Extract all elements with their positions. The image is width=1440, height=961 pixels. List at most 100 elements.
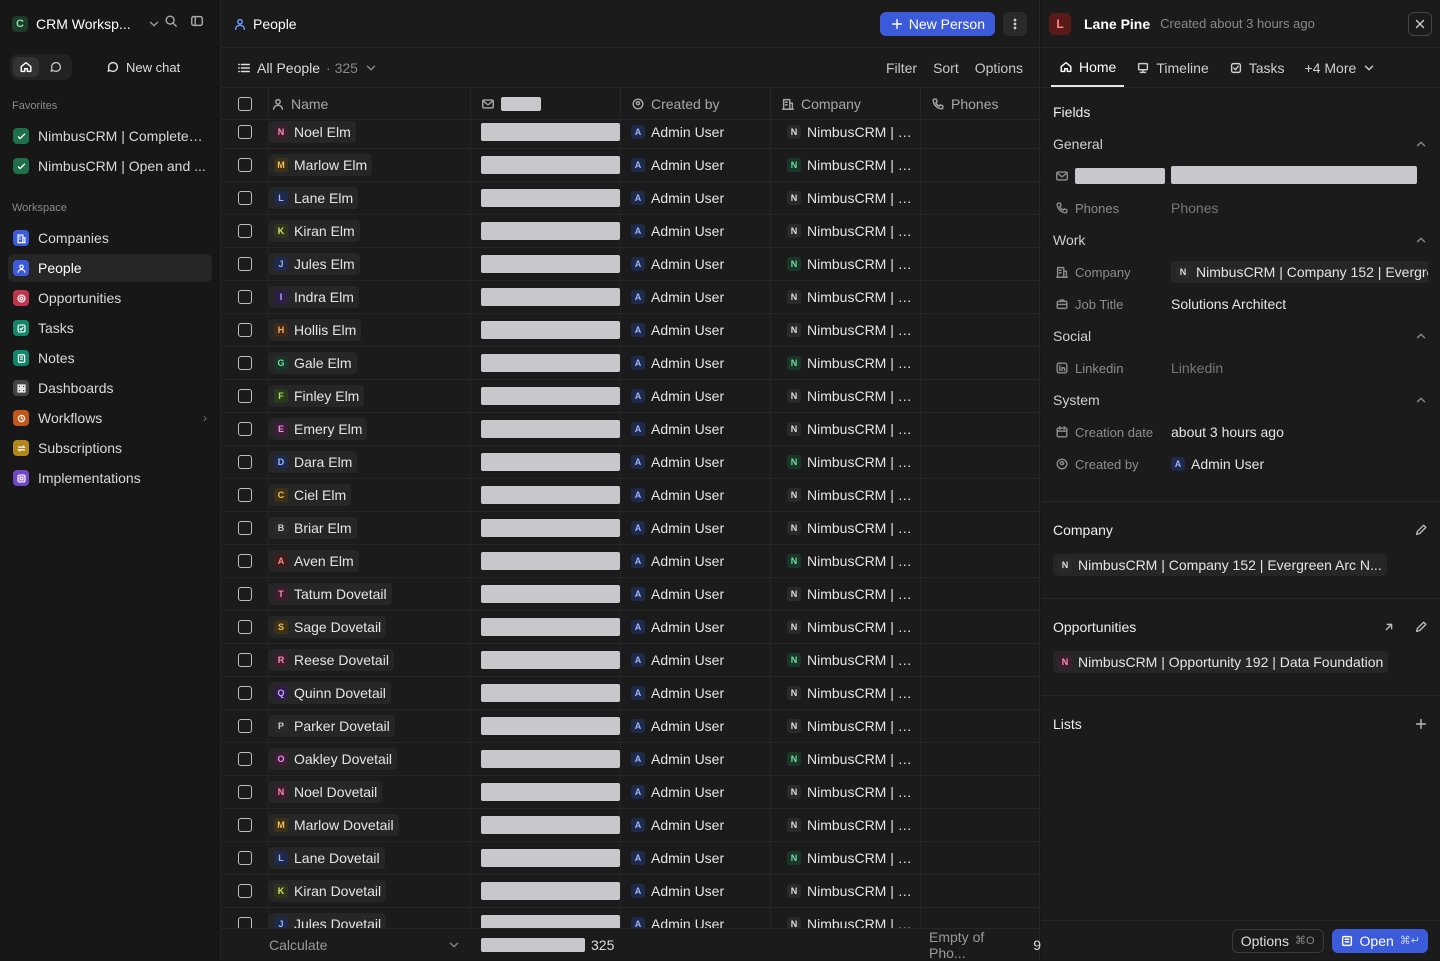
company-chip[interactable]: N NimbusCRM | Co... bbox=[781, 517, 920, 539]
tab-home[interactable]: Home bbox=[1051, 48, 1125, 87]
chevron-right-icon[interactable]: › bbox=[203, 411, 207, 425]
name-cell[interactable]: N Noel Elm bbox=[269, 116, 471, 148]
person-chip[interactable]: N Noel Dovetail bbox=[269, 781, 383, 803]
company-chip[interactable]: N NimbusCRM | Co... bbox=[781, 451, 920, 473]
company-cell[interactable]: N NimbusCRM | Co... bbox=[771, 281, 921, 313]
email-cell[interactable] bbox=[471, 116, 621, 148]
company-cell[interactable]: N NimbusCRM | Co... bbox=[771, 248, 921, 280]
sidebar-item-implementations[interactable]: Implementations bbox=[8, 464, 212, 492]
email-cell[interactable] bbox=[471, 248, 621, 280]
company-chip[interactable]: N NimbusCRM | Co... bbox=[781, 880, 920, 902]
column-company[interactable]: Company bbox=[771, 88, 921, 119]
created-by-cell[interactable]: A Admin User bbox=[621, 314, 771, 346]
table-row[interactable]: L Lane Dovetail A Admin User N NimbusCRM | Co… bbox=[221, 842, 1041, 875]
created-by-cell[interactable]: A Admin User bbox=[621, 710, 771, 742]
name-cell[interactable]: K Kiran Elm bbox=[269, 215, 471, 247]
company-cell[interactable]: N NimbusCRM | Co... bbox=[771, 446, 921, 478]
company-chip[interactable]: N NimbusCRM | Co... bbox=[781, 682, 920, 704]
favorite-item-open[interactable]: NimbusCRM | Open and ... bbox=[8, 152, 212, 180]
phones-cell[interactable] bbox=[921, 512, 1041, 544]
table-row[interactable]: M Marlow Elm A Admin User N NimbusCRM | Co... bbox=[221, 149, 1041, 182]
plus-icon[interactable] bbox=[1414, 717, 1428, 731]
pencil-icon[interactable] bbox=[1414, 523, 1428, 537]
company-cell[interactable]: N NimbusCRM | Co... bbox=[771, 182, 921, 214]
more-options-button[interactable] bbox=[1003, 11, 1027, 36]
table-row[interactable]: L Lane Elm A Admin User N NimbusCRM | Co... bbox=[221, 182, 1041, 215]
table-row[interactable]: F Finley Elm A Admin User N NimbusCRM | Co... bbox=[221, 380, 1041, 413]
sidebar-item-workflows[interactable]: Workflows › bbox=[8, 404, 212, 432]
phones-cell[interactable] bbox=[921, 314, 1041, 346]
email-cell[interactable] bbox=[471, 149, 621, 181]
table-row[interactable]: E Emery Elm A Admin User N NimbusCRM | Co... bbox=[221, 413, 1041, 446]
phones-cell[interactable] bbox=[921, 347, 1041, 379]
view-switcher[interactable]: All People · 325 bbox=[237, 60, 378, 76]
company-cell[interactable]: N NimbusCRM | Co... bbox=[771, 908, 921, 928]
company-chip[interactable]: N NimbusCRM | Co... bbox=[781, 913, 920, 928]
sidebar-item-people[interactable]: People bbox=[8, 254, 212, 282]
open-record-button[interactable]: Open ⌘↵ bbox=[1331, 928, 1428, 953]
name-cell[interactable]: R Reese Dovetail bbox=[269, 644, 471, 676]
company-chip[interactable]: N NimbusCRM | Co... bbox=[781, 187, 920, 209]
phones-cell[interactable] bbox=[921, 743, 1041, 775]
company-cell[interactable]: N NimbusCRM | Co... bbox=[771, 776, 921, 808]
table-row[interactable]: N Noel Dovetail A Admin User N NimbusCRM | Co… bbox=[221, 776, 1041, 809]
column-name[interactable]: Name bbox=[269, 88, 471, 119]
person-chip[interactable]: T Tatum Dovetail bbox=[269, 583, 392, 605]
company-chip[interactable]: N NimbusCRM | Co... bbox=[781, 847, 920, 869]
name-cell[interactable]: P Parker Dovetail bbox=[269, 710, 471, 742]
sort-button[interactable]: Sort bbox=[933, 60, 959, 76]
name-cell[interactable]: J Jules Elm bbox=[269, 248, 471, 280]
row-checkbox[interactable] bbox=[237, 125, 252, 139]
person-chip[interactable]: Q Quinn Dovetail bbox=[269, 682, 391, 704]
row-checkbox[interactable] bbox=[237, 422, 252, 436]
phones-cell[interactable] bbox=[921, 842, 1041, 874]
phones-cell[interactable] bbox=[921, 710, 1041, 742]
table-row[interactable]: K Kiran Elm A Admin User N NimbusCRM | Co... bbox=[221, 215, 1041, 248]
email-cell[interactable] bbox=[471, 743, 621, 775]
row-checkbox[interactable] bbox=[237, 224, 252, 238]
email-cell[interactable] bbox=[471, 215, 621, 247]
created-by-cell[interactable]: A Admin User bbox=[621, 446, 771, 478]
email-cell[interactable] bbox=[471, 545, 621, 577]
phones-cell[interactable] bbox=[921, 908, 1041, 928]
field-created-by[interactable]: Created by A Admin User bbox=[1053, 448, 1428, 480]
row-checkbox[interactable] bbox=[237, 752, 252, 766]
email-aggregate-cell[interactable]: 325 bbox=[471, 937, 621, 953]
email-cell[interactable] bbox=[471, 677, 621, 709]
sidebar-item-tasks[interactable]: Tasks bbox=[8, 314, 212, 342]
row-checkbox[interactable] bbox=[237, 719, 252, 733]
arrow-up-right-icon[interactable] bbox=[1382, 620, 1396, 634]
record-name[interactable]: Lane Pine bbox=[1084, 16, 1150, 32]
email-cell[interactable] bbox=[471, 875, 621, 907]
table-row[interactable]: T Tatum Dovetail A Admin User N NimbusCRM | C… bbox=[221, 578, 1041, 611]
company-cell[interactable]: N NimbusCRM | Co... bbox=[771, 677, 921, 709]
company-cell[interactable]: N NimbusCRM | Co... bbox=[771, 215, 921, 247]
company-chip[interactable]: N NimbusCRM | Co... bbox=[781, 649, 920, 671]
company-cell[interactable]: N NimbusCRM | Co... bbox=[771, 314, 921, 346]
name-cell[interactable]: D Dara Elm bbox=[269, 446, 471, 478]
sidebar-item-subscriptions[interactable]: Subscriptions bbox=[8, 434, 212, 462]
person-chip[interactable]: D Dara Elm bbox=[269, 451, 358, 473]
row-checkbox[interactable] bbox=[237, 884, 252, 898]
phones-cell[interactable] bbox=[921, 809, 1041, 841]
field-linkedin[interactable]: Linkedin Linkedin bbox=[1053, 352, 1428, 384]
company-cell[interactable]: N NimbusCRM | Co... bbox=[771, 809, 921, 841]
created-by-cell[interactable]: A Admin User bbox=[621, 545, 771, 577]
person-chip[interactable]: K Kiran Elm bbox=[269, 220, 360, 242]
name-cell[interactable]: T Tatum Dovetail bbox=[269, 578, 471, 610]
company-chip[interactable]: N NimbusCRM | Co... bbox=[781, 385, 920, 407]
record-options-button[interactable]: Options ⌘O bbox=[1231, 928, 1324, 953]
row-checkbox[interactable] bbox=[237, 323, 252, 337]
favorite-item-completed[interactable]: NimbusCRM | Completed ... bbox=[8, 122, 212, 150]
field-email[interactable] bbox=[1053, 160, 1428, 192]
calculate-cell[interactable]: Calculate bbox=[269, 937, 471, 953]
email-cell[interactable] bbox=[471, 809, 621, 841]
phones-cell[interactable] bbox=[921, 182, 1041, 214]
company-cell[interactable]: N NimbusCRM | Co... bbox=[771, 479, 921, 511]
table-row[interactable]: C Ciel Elm A Admin User N NimbusCRM | Co... bbox=[221, 479, 1041, 512]
phones-cell[interactable] bbox=[921, 578, 1041, 610]
company-cell[interactable]: N NimbusCRM | Co... bbox=[771, 149, 921, 181]
company-chip[interactable]: N NimbusCRM | Co... bbox=[781, 253, 920, 275]
created-by-cell[interactable]: A Admin User bbox=[621, 413, 771, 445]
phones-cell[interactable] bbox=[921, 677, 1041, 709]
